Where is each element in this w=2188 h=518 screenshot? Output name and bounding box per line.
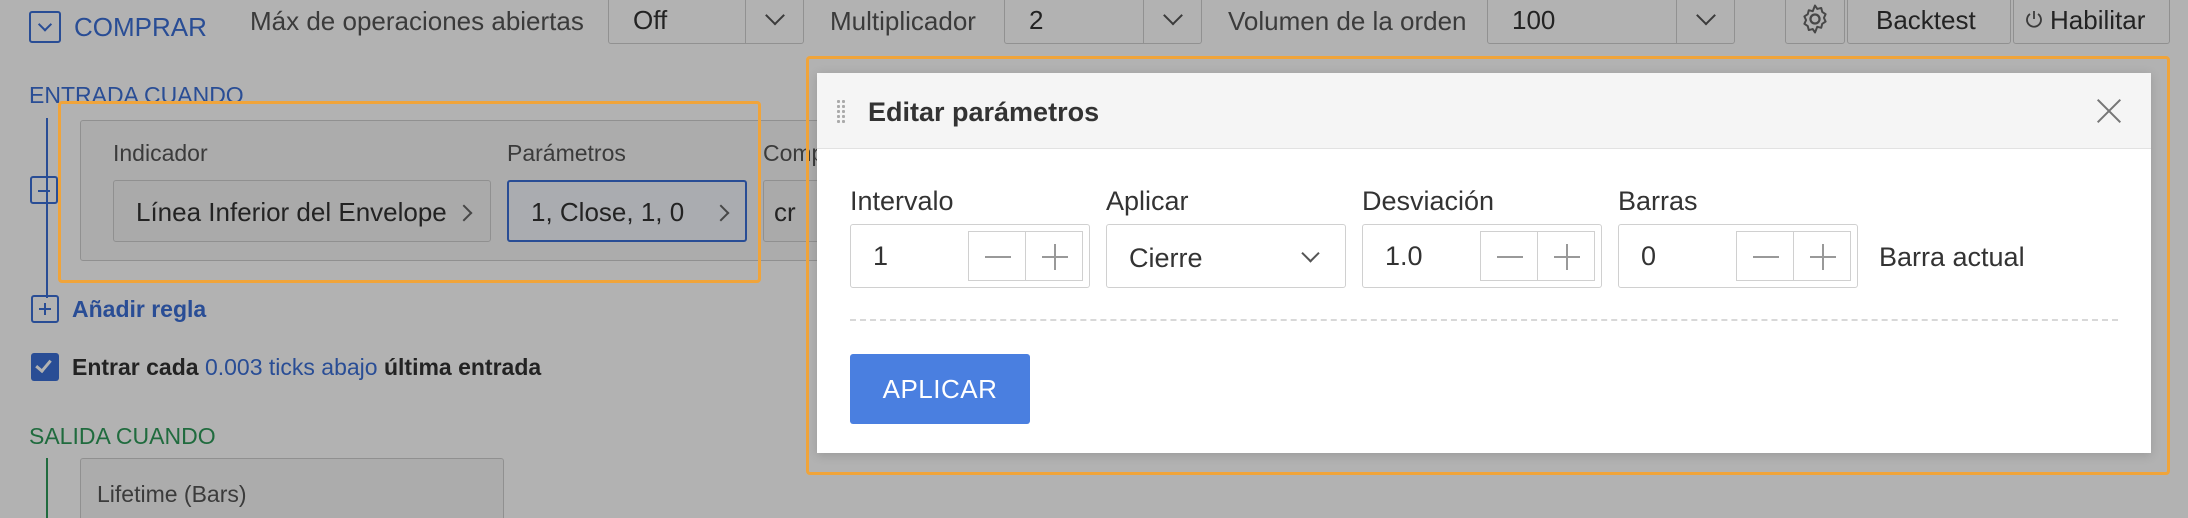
deviation-value: 1.0 — [1385, 241, 1423, 271]
entry-highlight-frame — [58, 101, 761, 283]
chevron-down-icon — [1301, 244, 1320, 263]
bars-stepper[interactable]: 0 — [1618, 224, 1858, 288]
bars-decrement-button[interactable] — [1736, 231, 1794, 281]
modal-header: Editar parámetros — [817, 73, 2151, 149]
close-icon[interactable] — [2095, 97, 2123, 125]
bars-increment-button[interactable] — [1793, 231, 1851, 281]
interval-increment-button[interactable] — [1025, 231, 1083, 281]
minus-icon — [1753, 256, 1779, 258]
bars-suffix: Barra actual — [1879, 242, 2025, 272]
drag-handle-icon[interactable] — [836, 99, 846, 123]
plus-icon — [1810, 244, 1836, 270]
deviation-label: Desviación — [1362, 186, 1495, 216]
bars-value: 0 — [1641, 241, 1657, 271]
deviation-decrement-button[interactable] — [1480, 231, 1538, 281]
interval-stepper[interactable]: 1 — [850, 224, 1090, 288]
bars-label: Barras — [1618, 186, 1698, 216]
plus-icon — [1042, 244, 1068, 270]
interval-label: Intervalo — [850, 186, 954, 216]
deviation-increment-button[interactable] — [1537, 231, 1595, 281]
apply-select[interactable]: Cierre — [1106, 224, 1346, 288]
apply-field-label: Aplicar — [1106, 186, 1189, 216]
deviation-stepper[interactable]: 1.0 — [1362, 224, 1602, 288]
modal-divider — [850, 319, 2118, 321]
minus-icon — [985, 256, 1011, 258]
plus-icon — [1554, 244, 1580, 270]
interval-value: 1 — [873, 241, 889, 271]
apply-button[interactable]: APLICAR — [850, 354, 1030, 424]
interval-decrement-button[interactable] — [968, 231, 1026, 281]
edit-params-modal: Editar parámetros Intervalo 1 Aplicar Ci… — [817, 73, 2151, 453]
minus-icon — [1497, 256, 1523, 258]
modal-title: Editar parámetros — [868, 97, 1100, 127]
apply-value: Cierre — [1129, 243, 1203, 273]
